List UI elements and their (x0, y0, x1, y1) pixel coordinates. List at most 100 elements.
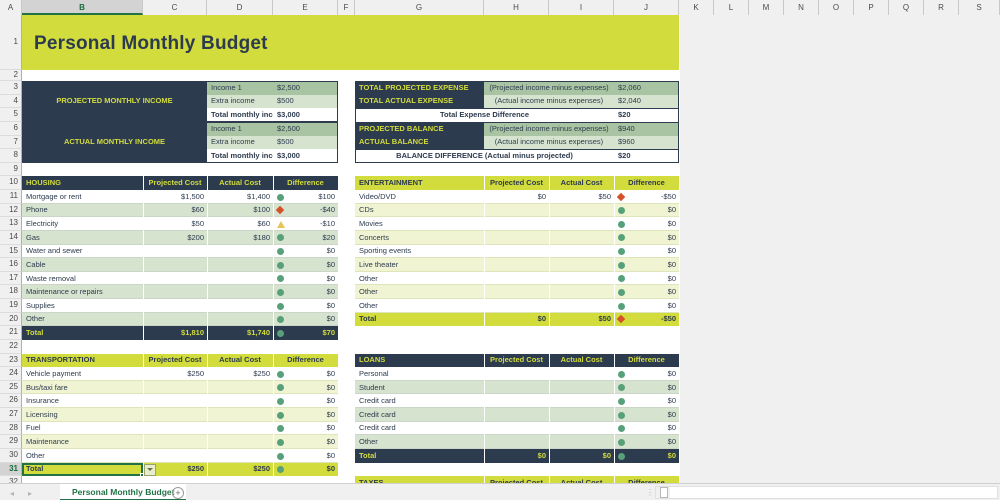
transportation-row-projected[interactable] (143, 408, 207, 422)
summary-row-value[interactable]: $960 (614, 135, 679, 150)
row-header-10[interactable]: 10 (0, 176, 22, 191)
entertainment-total-projected[interactable]: $0 (484, 312, 549, 327)
entertainment-row-actual[interactable] (549, 271, 614, 286)
actual-monthly-income-item-value[interactable]: $3,000 (273, 149, 338, 163)
transportation-total-label[interactable]: Total (22, 462, 143, 477)
projected-monthly-income-item-value[interactable]: $3,000 (273, 108, 338, 122)
entertainment-row-projected[interactable] (484, 203, 549, 218)
summary-merged-value[interactable]: $20 (614, 108, 679, 122)
transportation-row-label[interactable]: Insurance (22, 394, 143, 409)
housing-row-actual[interactable]: $1,400 (207, 190, 273, 204)
housing-row-actual[interactable] (207, 271, 273, 286)
housing-row-projected[interactable] (143, 299, 207, 313)
housing-row-projected[interactable]: $200 (143, 230, 207, 245)
row-header-21[interactable]: 21 (0, 326, 22, 340)
row-header-9[interactable]: 9 (0, 162, 22, 177)
transportation-row-label[interactable]: Bus/taxi fare (22, 380, 143, 395)
housing-row-actual[interactable] (207, 285, 273, 300)
entertainment-row-label[interactable]: Movies (355, 217, 484, 231)
column-header-j[interactable]: J (614, 0, 679, 15)
column-header-g[interactable]: G (355, 0, 484, 15)
transportation-row-label[interactable]: Vehicle payment (22, 367, 143, 381)
housing-row-projected[interactable] (143, 312, 207, 327)
entertainment-row-projected[interactable]: $0 (484, 190, 549, 204)
loans-row-label[interactable]: Credit card (355, 408, 484, 422)
housing-row-actual[interactable] (207, 244, 273, 259)
entertainment-row-actual[interactable] (549, 230, 614, 245)
entertainment-row-actual[interactable] (549, 244, 614, 259)
housing-row-label[interactable]: Cable (22, 258, 143, 272)
loans-row-label[interactable]: Personal (355, 367, 484, 381)
entertainment-row-label[interactable]: Concerts (355, 230, 484, 245)
housing-row-label[interactable]: Gas (22, 230, 143, 245)
entertainment-row-actual[interactable] (549, 217, 614, 231)
loans-row-label[interactable]: Credit card (355, 421, 484, 436)
column-header-c[interactable]: C (143, 0, 207, 15)
entertainment-row-label[interactable]: Live theater (355, 258, 484, 272)
housing-row-label[interactable]: Electricity (22, 217, 143, 231)
sheet-canvas[interactable]: Personal Monthly Budget PROJECTED MONTHLY… (22, 15, 1000, 483)
projected-monthly-income-item-value[interactable]: $500 (273, 94, 338, 109)
actual-monthly-income-item-label[interactable]: Total monthly income (207, 149, 273, 163)
column-header-h[interactable]: H (484, 0, 549, 15)
transportation-row-projected[interactable]: $250 (143, 367, 207, 381)
entertainment-row-actual[interactable] (549, 258, 614, 272)
column-header-f[interactable]: F (338, 0, 355, 15)
housing-row-projected[interactable] (143, 285, 207, 300)
entertainment-row-label[interactable]: Sporting events (355, 244, 484, 259)
entertainment-row-label[interactable]: CDs (355, 203, 484, 218)
housing-row-label[interactable]: Phone (22, 203, 143, 218)
row-header-20[interactable]: 20 (0, 312, 22, 327)
housing-row-actual[interactable] (207, 258, 273, 272)
row-header-16[interactable]: 16 (0, 258, 22, 272)
transportation-total-actual[interactable]: $250 (207, 462, 273, 477)
transportation-row-projected[interactable] (143, 394, 207, 409)
row-header-11[interactable]: 11 (0, 190, 22, 204)
row-header-6[interactable]: 6 (0, 121, 22, 136)
transportation-row-label[interactable]: Licensing (22, 408, 143, 422)
housing-total-label[interactable]: Total (22, 326, 143, 340)
column-header-e[interactable]: E (273, 0, 338, 15)
transportation-row-actual[interactable] (207, 408, 273, 422)
actual-monthly-income-item-value[interactable]: $500 (273, 135, 338, 150)
loans-row-actual[interactable] (549, 408, 614, 422)
transportation-row-actual[interactable] (207, 435, 273, 449)
entertainment-row-projected[interactable] (484, 217, 549, 231)
projected-monthly-income-item-label[interactable]: Extra income (207, 94, 273, 109)
entertainment-row-actual[interactable]: $50 (549, 190, 614, 204)
transportation-row-projected[interactable] (143, 380, 207, 395)
entertainment-row-projected[interactable] (484, 271, 549, 286)
column-header-a[interactable]: A (0, 0, 22, 15)
horizontal-scrollbar-thumb[interactable] (660, 487, 668, 498)
housing-row-projected[interactable]: $60 (143, 203, 207, 218)
row-header-24[interactable]: 24 (0, 367, 22, 381)
summary-merged-value[interactable]: $20 (614, 149, 679, 163)
prev-sheet-icon[interactable]: ◂ (10, 489, 14, 498)
column-header-m[interactable]: M (749, 0, 784, 15)
housing-row-label[interactable]: Waste removal (22, 271, 143, 286)
projected-monthly-income-item-label[interactable]: Total monthly income (207, 108, 273, 122)
row-header-4[interactable]: 4 (0, 94, 22, 109)
housing-row-actual[interactable]: $180 (207, 230, 273, 245)
summary-row-value[interactable]: $2,040 (614, 94, 679, 109)
column-header-r[interactable]: R (924, 0, 959, 15)
loans-row-actual[interactable] (549, 367, 614, 381)
column-header-l[interactable]: L (714, 0, 749, 15)
transportation-row-actual[interactable] (207, 421, 273, 436)
housing-row-label[interactable]: Other (22, 312, 143, 327)
loans-total-projected[interactable]: $0 (484, 449, 549, 463)
row-header-1[interactable]: 1 (0, 15, 22, 70)
entertainment-row-projected[interactable] (484, 258, 549, 272)
loans-row-actual[interactable] (549, 421, 614, 436)
entertainment-row-label[interactable]: Other (355, 299, 484, 313)
transportation-row-projected[interactable] (143, 449, 207, 463)
row-header-14[interactable]: 14 (0, 230, 22, 245)
transportation-row-label[interactable]: Other (22, 449, 143, 463)
column-header-s[interactable]: S (959, 0, 1000, 15)
row-header-15[interactable]: 15 (0, 244, 22, 259)
transportation-row-actual[interactable]: $250 (207, 367, 273, 381)
housing-row-actual[interactable] (207, 312, 273, 327)
loans-row-actual[interactable] (549, 394, 614, 409)
loans-total-actual[interactable]: $0 (549, 449, 614, 463)
entertainment-row-actual[interactable] (549, 203, 614, 218)
